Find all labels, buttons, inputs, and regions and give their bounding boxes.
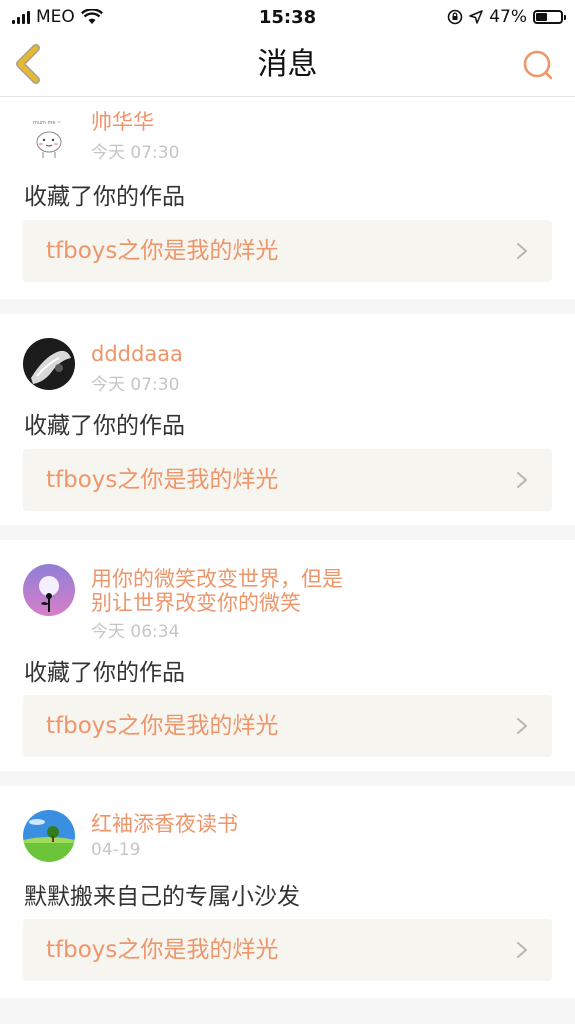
work-link[interactable]: tfboys之你是我的烊光 <box>23 449 552 511</box>
action-text: 收藏了你的作品 <box>24 184 185 210</box>
nav-bar: 消息 <box>0 34 575 97</box>
status-right: 47% <box>447 7 566 27</box>
message-card: mum me ~ 帅华华 今天 07:30 收藏了你的作品 tfboys之你是我… <box>0 97 575 299</box>
avatar[interactable]: mum me ~ <box>23 112 75 164</box>
chevron-right-icon <box>517 472 527 488</box>
work-link[interactable]: tfboys之你是我的烊光 <box>23 220 552 282</box>
moon-avatar-icon <box>23 564 75 616</box>
action-text: 默默搬来自己的专属小沙发 <box>24 884 300 910</box>
wifi-icon <box>80 9 103 24</box>
timestamp: 今天 06:34 <box>91 622 180 642</box>
cartoon-avatar-icon: mum me ~ <box>23 112 75 164</box>
chevron-right-icon <box>517 718 527 734</box>
battery-icon <box>533 10 566 24</box>
page-title: 消息 <box>257 47 318 82</box>
message-card: 红袖添香夜读书 04-19 默默搬来自己的专属小沙发 tfboys之你是我的烊光 <box>0 786 575 998</box>
search-icon <box>523 50 553 80</box>
status-left: MEO <box>12 7 103 27</box>
work-title: tfboys之你是我的烊光 <box>46 713 279 739</box>
chevron-right-icon <box>517 243 527 259</box>
battery-percent: 47% <box>489 7 527 27</box>
action-text: 收藏了你的作品 <box>24 413 185 439</box>
user-name[interactable]: 红袖添香夜读书 <box>91 812 371 837</box>
landscape-avatar-icon <box>23 810 75 862</box>
chevron-right-icon <box>517 942 527 958</box>
signal-icon <box>12 10 30 24</box>
timestamp: 04-19 <box>91 840 141 860</box>
message-card: ddddaaa 今天 07:30 收藏了你的作品 tfboys之你是我的烊光 <box>0 314 575 525</box>
message-list: mum me ~ 帅华华 今天 07:30 收藏了你的作品 tfboys之你是我… <box>0 97 575 1013</box>
location-arrow-icon <box>469 10 483 24</box>
search-button[interactable] <box>521 48 555 82</box>
work-title: tfboys之你是我的烊光 <box>46 467 279 493</box>
rotation-lock-icon <box>447 9 463 25</box>
dark-photo-avatar-icon <box>23 338 75 390</box>
status-bar: MEO 15:38 47% <box>0 0 575 34</box>
svg-text:mum me ~: mum me ~ <box>33 120 61 126</box>
timestamp: 今天 07:30 <box>91 143 180 163</box>
work-link[interactable]: tfboys之你是我的烊光 <box>23 695 552 757</box>
work-title: tfboys之你是我的烊光 <box>46 937 279 963</box>
battery-level <box>536 13 548 21</box>
action-text: 收藏了你的作品 <box>24 660 185 686</box>
user-name[interactable]: 用你的微笑改变世界，但是别让世界改变你的微笑 <box>91 567 353 615</box>
work-link[interactable]: tfboys之你是我的烊光 <box>23 919 552 981</box>
carrier-label: MEO <box>36 7 75 27</box>
avatar[interactable] <box>23 338 75 390</box>
avatar[interactable] <box>23 810 75 862</box>
timestamp: 今天 07:30 <box>91 375 180 395</box>
user-name[interactable]: ddddaaa <box>91 342 371 367</box>
message-card: 用你的微笑改变世界，但是别让世界改变你的微笑 今天 06:34 收藏了你的作品 … <box>0 540 575 771</box>
avatar[interactable] <box>23 564 75 616</box>
user-name[interactable]: 帅华华 <box>91 110 371 135</box>
work-title: tfboys之你是我的烊光 <box>46 238 279 264</box>
